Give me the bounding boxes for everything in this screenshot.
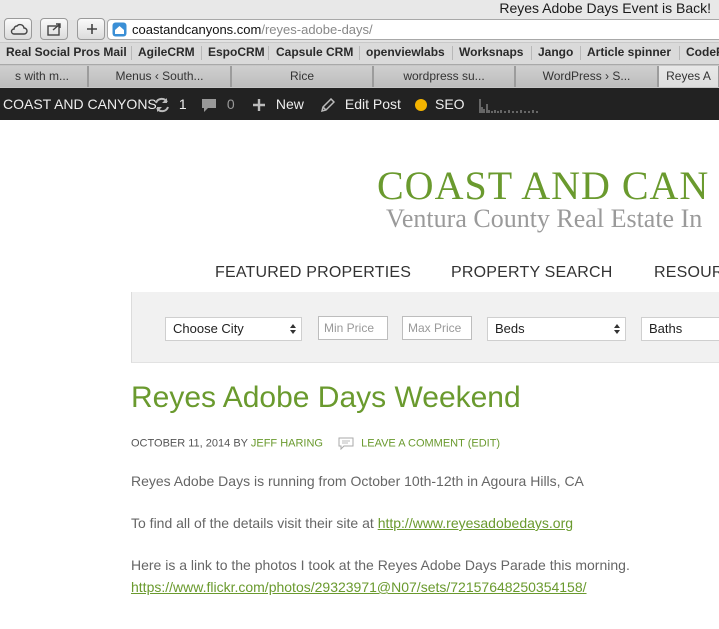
refresh-icon	[155, 98, 169, 113]
updates-count: 1	[178, 96, 187, 112]
new-tab-button[interactable]	[77, 18, 105, 40]
comment-icon	[338, 437, 354, 450]
bookmark-item[interactable]: Article spinner	[587, 45, 671, 59]
cloud-icon	[10, 23, 28, 35]
plus-icon	[87, 24, 97, 34]
seo-label: SEO	[435, 96, 465, 112]
url-path: /reyes-adobe-days/	[261, 22, 373, 37]
select-arrows-icon	[290, 324, 296, 334]
baths-select-value: Baths	[649, 321, 683, 336]
url-domain: coastandcanyons.com	[132, 22, 262, 37]
window-title: Reyes Adobe Days Event is Back!	[499, 0, 711, 16]
bookmark-separator	[131, 46, 132, 60]
bookmark-separator	[201, 46, 202, 60]
select-arrows-icon	[614, 324, 620, 334]
new-label: New	[275, 96, 304, 112]
share-icon	[47, 23, 61, 36]
browser-tab-active[interactable]: Reyes A	[658, 66, 719, 87]
bookmark-item[interactable]: Capsule CRM	[276, 45, 353, 59]
stats-sparkline-icon	[479, 99, 538, 113]
flickr-photos-link[interactable]: https://www.flickr.com/photos/29323971@N…	[131, 579, 587, 595]
wp-admin-bar: COAST AND CANYONS 1 0 New Edit Post SEO	[0, 88, 719, 120]
edit-post-link[interactable]: (EDIT)	[468, 437, 500, 449]
window-titlebar: Reyes Adobe Days Event is Back!	[0, 0, 719, 20]
post-paragraph: To find all of the details visit their s…	[131, 515, 573, 531]
bookmark-separator	[531, 46, 532, 60]
beds-select[interactable]: Beds	[487, 317, 626, 341]
post-date: OCTOBER 11, 2014	[131, 437, 231, 450]
post-paragraph: Here is a link to the photos I took at t…	[131, 557, 630, 573]
browser-chrome: Reyes Adobe Days Event is Back! coastand…	[0, 0, 719, 89]
leave-comment-link[interactable]: LEAVE A COMMENT	[361, 437, 465, 449]
baths-select[interactable]: Baths	[641, 317, 719, 341]
browser-tab[interactable]: Rice	[231, 66, 373, 87]
min-price-input[interactable]: Min Price	[318, 316, 388, 340]
browser-tab[interactable]: Menus ‹ South...	[88, 66, 231, 87]
paragraph-text: To find all of the details visit their s…	[131, 515, 374, 531]
bookmarks-bar: Real Social Pros Mail AgileCRM EspoCRM C…	[0, 42, 719, 64]
edit-post-label: Edit Post	[344, 96, 401, 112]
city-select[interactable]: Choose City	[165, 317, 302, 341]
admin-bar-seo[interactable]: SEO	[415, 88, 465, 120]
site-favicon-icon	[112, 22, 127, 37]
site-tagline: Ventura County Real Estate In	[386, 204, 703, 233]
bookmark-separator	[580, 46, 581, 60]
address-bar[interactable]: coastandcanyons.com/reyes-adobe-days/	[107, 19, 719, 40]
bookmark-item[interactable]: EspoCRM	[208, 45, 265, 59]
pencil-icon	[320, 97, 335, 112]
reyes-adobe-days-site-link[interactable]: http://www.reyesadobedays.org	[378, 515, 573, 531]
admin-bar-comments[interactable]: 0	[201, 88, 235, 120]
plus-icon	[253, 99, 265, 112]
post-meta: OCTOBER 11, 2014 BY JEFF HARING LEAVE A …	[131, 437, 500, 450]
seo-status-dot	[415, 99, 427, 112]
browser-tab[interactable]: s with m...	[0, 66, 88, 87]
admin-bar-updates[interactable]: 1	[153, 88, 187, 120]
tab-bar: s with m... Menus ‹ South... Rice wordpr…	[0, 64, 719, 89]
bookmark-separator	[359, 46, 360, 60]
bookmark-item[interactable]: Jango	[538, 45, 573, 59]
comments-count: 0	[226, 96, 235, 112]
browser-tab[interactable]: WordPress › S...	[515, 66, 658, 87]
admin-bar-site-name[interactable]: COAST AND CANYONS	[3, 88, 157, 120]
city-select-value: Choose City	[173, 321, 244, 336]
bookmark-item[interactable]: CodeF	[686, 45, 719, 59]
post-paragraph: https://www.flickr.com/photos/29323971@N…	[131, 579, 587, 595]
nav-featured-properties[interactable]: FEATURED PROPERTIES	[215, 264, 411, 282]
admin-bar-new[interactable]: New	[252, 88, 304, 120]
nav-resources[interactable]: RESOUR	[654, 264, 719, 282]
post-author-link[interactable]: JEFF HARING	[251, 437, 323, 449]
post-by: BY	[233, 437, 248, 450]
icloud-tabs-button[interactable]	[4, 18, 32, 40]
url-text: coastandcanyons.com/reyes-adobe-days/	[132, 21, 373, 39]
bookmark-separator	[679, 46, 680, 60]
share-button[interactable]	[40, 18, 68, 40]
site-title[interactable]: COAST AND CAN	[377, 162, 709, 209]
bookmark-item[interactable]: Worksnaps	[459, 45, 523, 59]
nav-property-search[interactable]: PROPERTY SEARCH	[451, 264, 613, 282]
post-title[interactable]: Reyes Adobe Days Weekend	[131, 381, 521, 415]
bookmark-item[interactable]: AgileCRM	[138, 45, 195, 59]
bookmark-separator	[452, 46, 453, 60]
admin-bar-edit-post[interactable]: Edit Post	[320, 88, 401, 120]
max-price-input[interactable]: Max Price	[402, 316, 472, 340]
browser-tab[interactable]: wordpress su...	[373, 66, 515, 87]
bookmark-item[interactable]: Real Social Pros Mail	[6, 45, 127, 59]
bookmark-separator	[268, 46, 269, 60]
post-paragraph: Reyes Adobe Days is running from October…	[131, 473, 584, 489]
bookmark-item[interactable]: openviewlabs	[366, 45, 445, 59]
comment-bubble-icon	[202, 98, 216, 112]
beds-select-value: Beds	[495, 321, 525, 336]
